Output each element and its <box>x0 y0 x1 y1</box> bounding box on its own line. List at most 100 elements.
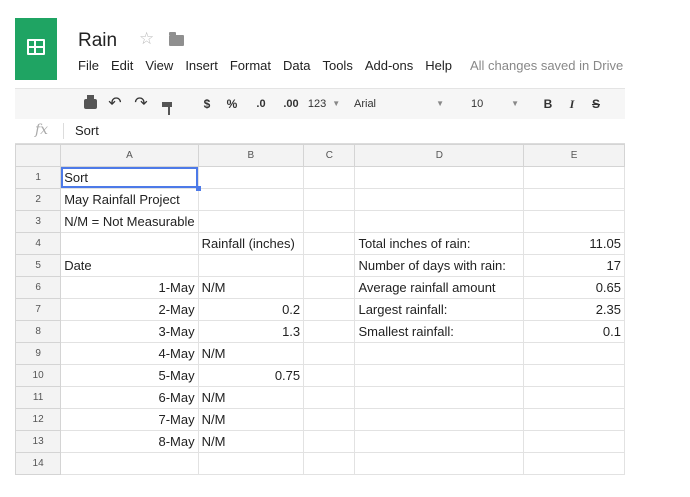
menu-help[interactable]: Help <box>425 58 452 76</box>
cell-b8[interactable]: 1.3 <box>197 320 305 343</box>
row-header[interactable]: 13 <box>15 430 62 453</box>
cell-d10[interactable] <box>354 364 525 387</box>
cell-b5[interactable] <box>197 254 305 277</box>
cell-b2[interactable] <box>197 188 305 211</box>
row-header[interactable]: 14 <box>15 452 62 475</box>
cell-e5[interactable]: 17 <box>523 254 625 277</box>
cell-e7[interactable]: 2.35 <box>523 298 625 321</box>
cell-c11[interactable] <box>303 386 356 409</box>
row-header[interactable]: 1 <box>15 166 62 189</box>
cell-a9[interactable]: 4-May <box>60 342 199 365</box>
cell-a3[interactable]: N/M = Not Measurable <box>60 210 199 233</box>
font-family-dropdown[interactable]: Arial ▼ <box>354 95 444 113</box>
cell-c5[interactable] <box>303 254 356 277</box>
cell-d14[interactable] <box>354 452 525 475</box>
cell-c12[interactable] <box>303 408 356 431</box>
column-header-b[interactable]: B <box>197 144 305 167</box>
cell-c4[interactable] <box>303 232 356 255</box>
cell-b10[interactable]: 0.75 <box>197 364 305 387</box>
menu-addons[interactable]: Add-ons <box>365 58 413 76</box>
menu-edit[interactable]: Edit <box>111 58 133 76</box>
font-size-dropdown[interactable]: 10 ▼ <box>471 95 519 113</box>
cell-e13[interactable] <box>523 430 625 453</box>
row-header[interactable]: 10 <box>15 364 62 387</box>
cell-b6[interactable]: N/M <box>197 276 305 299</box>
cell-c8[interactable] <box>303 320 356 343</box>
document-title[interactable]: Rain <box>78 30 117 52</box>
redo-button[interactable]: ↷ <box>133 95 149 113</box>
cell-e10[interactable] <box>523 364 625 387</box>
cell-c10[interactable] <box>303 364 356 387</box>
cell-a13[interactable]: 8-May <box>60 430 199 453</box>
cell-a1[interactable]: Sort <box>60 166 202 192</box>
cell-a6[interactable]: 1-May <box>60 276 199 299</box>
column-header-d[interactable]: D <box>354 144 525 167</box>
menu-insert[interactable]: Insert <box>185 58 218 76</box>
cell-e12[interactable] <box>523 408 625 431</box>
row-header[interactable]: 7 <box>15 298 62 321</box>
cell-e4[interactable]: 11.05 <box>523 232 625 255</box>
increase-decimal-button[interactable]: .00 <box>279 95 303 113</box>
italic-button[interactable]: I <box>565 95 579 113</box>
cell-c3[interactable] <box>303 210 356 233</box>
cell-d13[interactable] <box>354 430 525 453</box>
print-button[interactable] <box>81 95 99 113</box>
row-header[interactable]: 12 <box>15 408 62 431</box>
more-formats-dropdown[interactable]: 123 ▼ <box>307 95 341 113</box>
cell-b1[interactable] <box>197 166 305 189</box>
cell-a5[interactable]: Date <box>60 254 199 277</box>
decrease-decimal-button[interactable]: .0 <box>251 95 271 113</box>
cell-c7[interactable] <box>303 298 356 321</box>
cell-d6[interactable]: Average rainfall amount <box>354 276 525 299</box>
cell-b4[interactable]: Rainfall (inches) <box>197 232 305 255</box>
cell-d7[interactable]: Largest rainfall: <box>354 298 525 321</box>
cell-a2[interactable]: May Rainfall Project <box>60 188 199 211</box>
cell-d9[interactable] <box>354 342 525 365</box>
row-header[interactable]: 4 <box>15 232 62 255</box>
cell-b14[interactable] <box>197 452 305 475</box>
column-header-a[interactable]: A <box>60 144 199 167</box>
cell-e14[interactable] <box>523 452 625 475</box>
cell-a7[interactable]: 2-May <box>60 298 199 321</box>
menu-data[interactable]: Data <box>283 58 310 76</box>
cell-b9[interactable]: N/M <box>197 342 305 365</box>
save-status[interactable]: All changes saved in Drive <box>470 58 623 76</box>
bold-button[interactable]: B <box>541 95 555 113</box>
cell-e11[interactable] <box>523 386 625 409</box>
cell-d8[interactable]: Smallest rainfall: <box>354 320 525 343</box>
row-header[interactable]: 11 <box>15 386 62 409</box>
cell-c9[interactable] <box>303 342 356 365</box>
sheets-logo[interactable] <box>15 18 57 80</box>
cell-e2[interactable] <box>523 188 625 211</box>
cell-a8[interactable]: 3-May <box>60 320 199 343</box>
cell-c6[interactable] <box>303 276 356 299</box>
cell-c1[interactable] <box>303 166 356 189</box>
row-header[interactable]: 2 <box>15 188 62 211</box>
menu-tools[interactable]: Tools <box>322 58 352 76</box>
menu-file[interactable]: File <box>78 58 99 76</box>
column-header-c[interactable]: C <box>303 144 356 167</box>
cell-e9[interactable] <box>523 342 625 365</box>
undo-button[interactable]: ↶ <box>107 95 123 113</box>
row-header[interactable]: 8 <box>15 320 62 343</box>
column-header-e[interactable]: E <box>523 144 625 167</box>
row-header[interactable]: 6 <box>15 276 62 299</box>
cell-d12[interactable] <box>354 408 525 431</box>
paint-format-button[interactable] <box>160 95 174 115</box>
cell-d4[interactable]: Total inches of rain: <box>354 232 525 255</box>
cell-d11[interactable] <box>354 386 525 409</box>
cell-c14[interactable] <box>303 452 356 475</box>
formula-input[interactable]: Sort <box>75 123 99 138</box>
cell-a12[interactable]: 7-May <box>60 408 199 431</box>
cell-b11[interactable]: N/M <box>197 386 305 409</box>
row-header[interactable]: 9 <box>15 342 62 365</box>
folder-icon[interactable] <box>169 32 184 46</box>
cell-c13[interactable] <box>303 430 356 453</box>
cell-b3[interactable] <box>197 210 305 233</box>
cell-a14[interactable] <box>60 452 199 475</box>
row-header[interactable]: 5 <box>15 254 62 277</box>
star-icon[interactable]: ☆ <box>139 29 154 49</box>
percent-button[interactable]: % <box>225 95 239 113</box>
cell-d1[interactable] <box>354 166 525 189</box>
cell-d2[interactable] <box>354 188 525 211</box>
